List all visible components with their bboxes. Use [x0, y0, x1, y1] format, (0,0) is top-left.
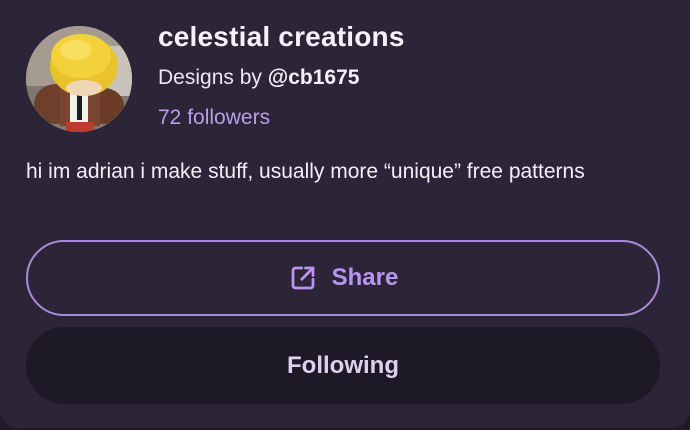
avatar-crochet-figure-image — [26, 26, 132, 132]
profile-card: celestial creations Designs by @cb1675 7… — [0, 0, 690, 428]
designs-by-line: Designs by @cb1675 — [158, 66, 359, 90]
followers-count: 72 — [158, 106, 182, 129]
profile-handle-link[interactable]: @cb1675 — [268, 66, 360, 89]
share-button-label: Share — [331, 264, 399, 291]
profile-bio: hi im adrian i make stuff, usually more … — [26, 160, 585, 183]
following-button[interactable]: Following — [26, 327, 660, 404]
designs-by-label: Designs by — [158, 66, 262, 89]
share-button[interactable]: Share — [26, 240, 660, 316]
following-button-label: Following — [287, 351, 399, 379]
followers-label: followers — [187, 106, 271, 129]
profile-name: celestial creations — [158, 21, 405, 52]
external-link-icon — [288, 263, 318, 293]
followers-link[interactable]: 72 followers — [158, 106, 270, 130]
avatar[interactable] — [26, 26, 132, 132]
